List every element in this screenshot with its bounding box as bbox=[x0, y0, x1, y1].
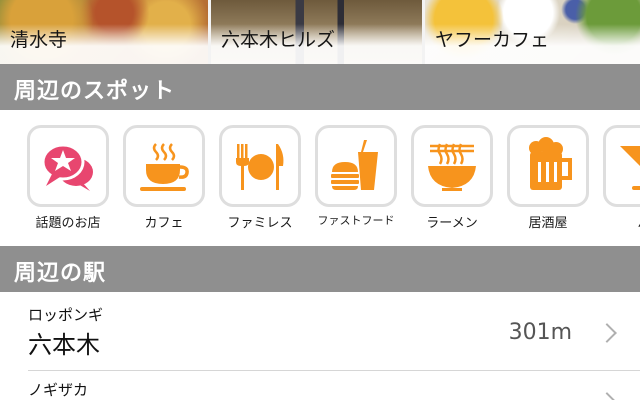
category-label: ファミレス bbox=[227, 216, 293, 231]
nearby-spots-header: 周辺のスポット bbox=[0, 64, 640, 110]
fork-plate-knife-icon bbox=[236, 144, 284, 190]
featured-card-yahoo-cafe[interactable]: ヤフーカフェ bbox=[425, 0, 640, 64]
featured-spots-strip: 清水寺 六本木ヒルズ ヤフーカフェ bbox=[0, 0, 640, 64]
nearby-stations-header: 周辺の駅 bbox=[0, 246, 640, 292]
list-divider bbox=[28, 370, 640, 371]
burger-drink-icon bbox=[331, 140, 378, 190]
category-fast-food[interactable]: ファストフード bbox=[315, 125, 397, 228]
category-trending-shops[interactable]: 話題のお店 bbox=[27, 125, 109, 231]
section-title: 周辺の駅 bbox=[14, 261, 107, 286]
station-row-roppongi[interactable]: ロッポンギ 六本木 301m bbox=[0, 292, 640, 370]
featured-card-label: 六本木ヒルズ bbox=[221, 29, 336, 51]
featured-card-label: ヤフーカフェ bbox=[435, 29, 550, 51]
featured-card-roppongi-hills[interactable]: 六本木ヒルズ bbox=[211, 0, 425, 64]
station-furigana: ノギザカ bbox=[28, 381, 89, 399]
category-label: バ bbox=[603, 212, 640, 231]
cocktail-glass-icon bbox=[620, 146, 640, 190]
category-bar[interactable]: バ bbox=[603, 125, 640, 231]
featured-card-label: 清水寺 bbox=[10, 29, 68, 51]
station-distance: 301m bbox=[508, 320, 572, 345]
category-label: ファストフード bbox=[317, 214, 395, 227]
category-family-restaurant[interactable]: ファミレス bbox=[219, 125, 301, 231]
category-label: 話題のお店 bbox=[35, 216, 101, 231]
category-cafe[interactable]: カフェ bbox=[123, 125, 205, 231]
ramen-bowl-icon bbox=[428, 143, 476, 191]
station-list: ロッポンギ 六本木 301m ノギザカ bbox=[0, 292, 640, 400]
chevron-right-icon bbox=[597, 392, 617, 400]
chevron-right-icon bbox=[597, 323, 617, 343]
category-label: ラーメン bbox=[426, 216, 478, 231]
station-furigana: ロッポンギ bbox=[28, 306, 104, 324]
category-label: カフェ bbox=[144, 216, 184, 231]
section-title: 周辺のスポット bbox=[14, 79, 176, 104]
featured-card-kiyomizu[interactable]: 清水寺 bbox=[0, 0, 211, 64]
category-label: 居酒屋 bbox=[528, 216, 568, 231]
trending-chat-star-icon bbox=[41, 143, 93, 191]
station-name: 六本木 bbox=[28, 331, 100, 359]
spot-category-row[interactable]: 話題のお店 カフェ ファミレス ファストフード ラーメン 居酒屋 bbox=[0, 110, 640, 246]
category-ramen[interactable]: ラーメン bbox=[411, 125, 493, 231]
category-izakaya[interactable]: 居酒屋 bbox=[507, 125, 589, 231]
beer-mug-icon bbox=[529, 137, 572, 190]
coffee-cup-icon bbox=[140, 143, 189, 191]
station-row-nogizaka[interactable]: ノギザカ bbox=[0, 371, 640, 400]
